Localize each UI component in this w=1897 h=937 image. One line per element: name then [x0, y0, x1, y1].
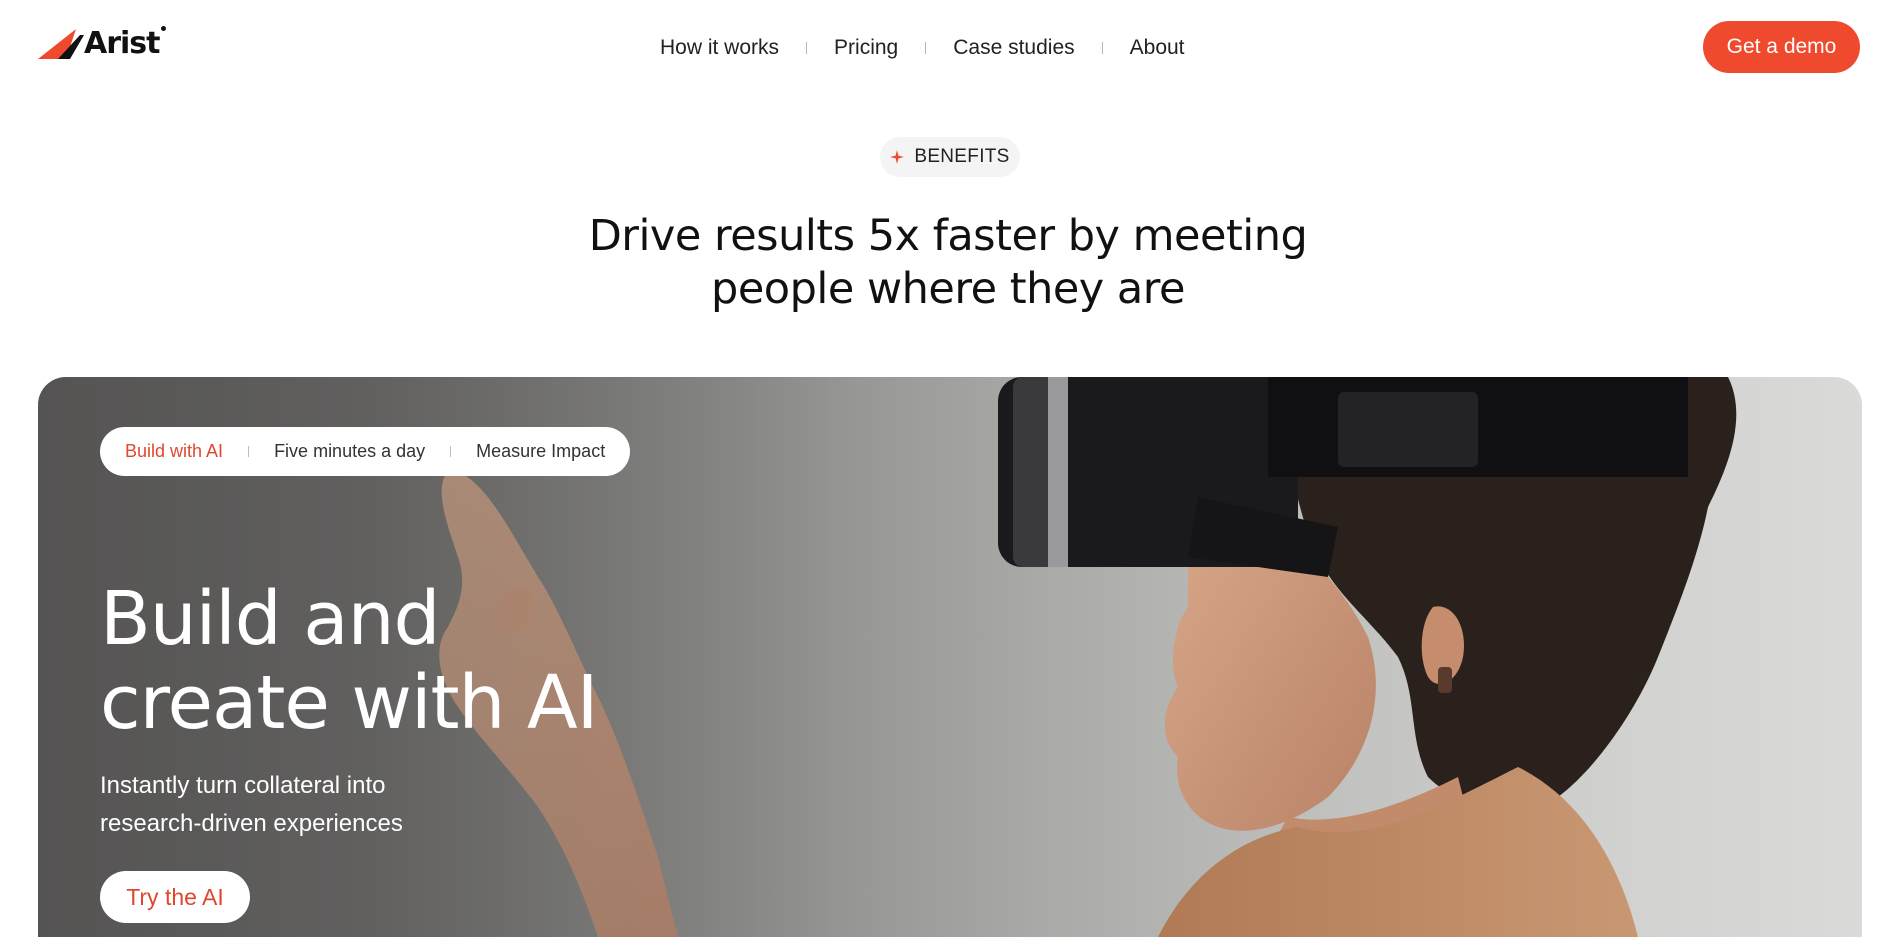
- nav-divider: [1101, 42, 1103, 54]
- nav-how-it-works[interactable]: How it works: [660, 36, 779, 60]
- nav-divider: [925, 42, 927, 54]
- hero-title-line-1: Build and: [100, 576, 441, 662]
- hero-tabs: Build with AI Five minutes a day Measure…: [100, 427, 631, 476]
- nav-about[interactable]: About: [1130, 36, 1185, 60]
- hero-banner: Build with AI Five minutes a day Measure…: [38, 377, 1862, 937]
- hero-title-line-2: create with AI: [100, 660, 598, 746]
- logo-dot: [160, 25, 166, 31]
- get-a-demo-button[interactable]: Get a demo: [1703, 21, 1860, 73]
- tab-build-with-ai[interactable]: Build with AI: [125, 441, 223, 462]
- hero-subtitle: Instantly turn collateral into research-…: [100, 767, 520, 843]
- brand-logo[interactable]: Arist: [38, 25, 166, 62]
- benefits-badge: BENEFITS: [880, 137, 1020, 177]
- nav-pricing[interactable]: Pricing: [834, 36, 898, 60]
- badge-label: BENEFITS: [914, 146, 1010, 167]
- site-header: Arist How it works Pricing Case studies …: [0, 0, 1897, 96]
- hero-subtitle-line-1: Instantly turn collateral into: [100, 772, 386, 799]
- tab-measure-impact[interactable]: Measure Impact: [476, 441, 605, 462]
- section-headline: Drive results 5x faster by meeting peopl…: [548, 210, 1348, 316]
- tab-divider: [248, 446, 250, 457]
- headline-line-1: Drive results 5x faster by meeting: [588, 211, 1308, 261]
- try-the-ai-button[interactable]: Try the AI: [100, 871, 250, 923]
- nav-divider: [806, 42, 808, 54]
- hero-subtitle-line-2: research-driven experiences: [100, 810, 403, 837]
- headline-line-2: people where they are: [711, 264, 1185, 314]
- brand-name: Arist: [84, 26, 160, 61]
- tab-five-minutes-a-day[interactable]: Five minutes a day: [274, 441, 425, 462]
- sparkle-icon: [890, 150, 905, 164]
- nav-case-studies[interactable]: Case studies: [953, 36, 1074, 60]
- logo-mark-icon: [38, 29, 84, 59]
- main-nav: How it works Pricing Case studies About: [660, 32, 1185, 64]
- tab-divider: [450, 446, 452, 457]
- hero-title: Build and create with AI: [100, 577, 660, 745]
